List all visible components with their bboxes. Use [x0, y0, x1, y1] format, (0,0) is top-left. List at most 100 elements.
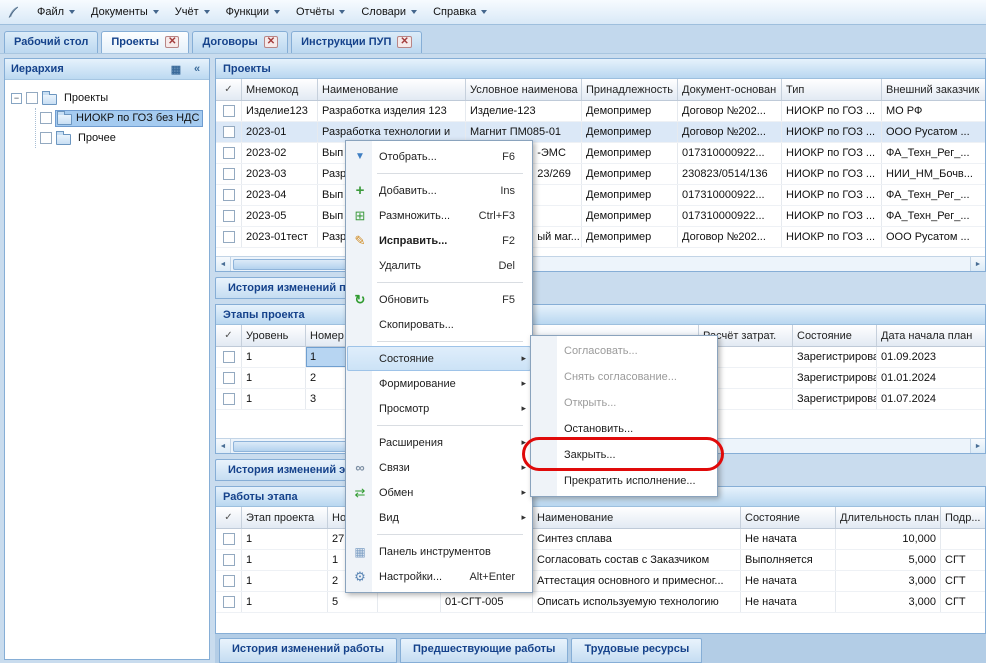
table-row[interactable]: 1 2 Аттестация основного и примесног... …: [216, 571, 985, 592]
row-checkbox[interactable]: [223, 189, 235, 201]
close-icon[interactable]: ✕: [165, 36, 179, 48]
context-menu-item[interactable]: ▸: [347, 530, 531, 539]
bottom-tab[interactable]: Трудовые ресурсы: [571, 638, 702, 663]
context-menu-item[interactable]: ▸: [347, 278, 531, 287]
context-menu-item[interactable]: Расширения ▸: [347, 430, 531, 455]
context-menu-item[interactable]: Обновить F5 ▸: [347, 287, 531, 312]
context-menu-item[interactable]: Отобрать... F6 ▸: [347, 144, 531, 169]
context-menu-item[interactable]: Настройки... Alt+Enter ▸: [347, 564, 531, 589]
column-header-etap[interactable]: Этап проекта: [242, 507, 328, 528]
submenu-item[interactable]: Снять согласование...: [532, 364, 716, 390]
table-row[interactable]: 2023-03 Разр 23/269 Демопример 230823/05…: [216, 164, 985, 185]
context-menu-item[interactable]: ▸: [347, 169, 531, 178]
context-menu-item[interactable]: Формирование ▸: [347, 371, 531, 396]
tree-node-root[interactable]: − Проекты: [11, 88, 205, 108]
close-icon[interactable]: ✕: [397, 36, 411, 48]
scroll-left-icon[interactable]: ◄: [216, 439, 231, 453]
table-row[interactable]: 1 27 Синтез сплава Не начата 10,000: [216, 529, 985, 550]
scroll-left-icon[interactable]: ◄: [216, 257, 231, 271]
column-header-dlitelnost[interactable]: Длительность план▼: [836, 507, 941, 528]
submenu-item[interactable]: Прекратить исполнение...: [532, 468, 716, 494]
table-row[interactable]: 2023-05 Вып Демопример 017310000922... Н…: [216, 206, 985, 227]
column-header-dokument[interactable]: Документ-основан: [678, 79, 782, 100]
row-checkbox[interactable]: [223, 596, 235, 608]
context-menu-item[interactable]: Панель инструментов ▸: [347, 539, 531, 564]
tree-checkbox[interactable]: [40, 132, 52, 144]
context-menu-item[interactable]: Вид ▸: [347, 505, 531, 530]
context-menu-item[interactable]: Связи ▸: [347, 455, 531, 480]
context-menu-item[interactable]: ▸: [347, 337, 531, 346]
row-checkbox[interactable]: [223, 210, 235, 222]
menubar-item[interactable]: Документы: [83, 2, 167, 22]
row-checkbox[interactable]: [223, 575, 235, 587]
table-row[interactable]: 2023-04 Вып Демопример 017310000922... Н…: [216, 185, 985, 206]
column-header-mnemokod[interactable]: Мнемокод: [242, 79, 318, 100]
row-checkbox[interactable]: [223, 105, 235, 117]
row-checkbox[interactable]: [223, 351, 235, 363]
context-menu-item[interactable]: Удалить Del ▸: [347, 253, 531, 278]
column-header-uslovnoe[interactable]: Условное наименова: [466, 79, 582, 100]
table-row[interactable]: 2023-02 Вып -ЭМС Демопример 017310000922…: [216, 143, 985, 164]
tree-node-label[interactable]: НИОКР по ГОЗ без НДС: [76, 112, 199, 124]
row-checkbox[interactable]: [223, 533, 235, 545]
context-menu-item[interactable]: Добавить... Ins ▸: [347, 178, 531, 203]
tree-node-label[interactable]: Прочее: [75, 131, 119, 145]
context-menu-item[interactable]: Размножить... Ctrl+F3 ▸: [347, 203, 531, 228]
context-menu-item[interactable]: Состояние ▸: [347, 346, 531, 371]
scroll-right-icon[interactable]: ►: [970, 257, 985, 271]
tree-node[interactable]: НИОКР по ГОЗ без НДС: [40, 108, 205, 128]
menubar-item[interactable]: Словари: [353, 2, 425, 22]
table-row[interactable]: 1 5 01-СГТ-005 Описать используемую техн…: [216, 592, 985, 613]
row-checkbox[interactable]: [223, 554, 235, 566]
context-menu-item[interactable]: Исправить... F2 ▸: [347, 228, 531, 253]
column-header-sostoyanie[interactable]: Состояние: [741, 507, 836, 528]
tree-node-selected[interactable]: НИОКР по ГОЗ без НДС: [56, 111, 202, 126]
collapse-panel-icon[interactable]: «: [188, 61, 206, 78]
bottom-tab[interactable]: История изменений работы: [219, 638, 397, 663]
row-checkbox[interactable]: [223, 168, 235, 180]
table-row[interactable]: 1 1 Согласовать состав с Заказчиком Выпо…: [216, 550, 985, 571]
submenu-item[interactable]: Закрыть...: [532, 442, 716, 468]
close-icon[interactable]: ✕: [264, 36, 278, 48]
workspace-tab[interactable]: Рабочий стол ✕: [4, 31, 98, 53]
workspace-tab[interactable]: Проекты ✕: [101, 31, 189, 53]
menubar-item[interactable]: Файл: [29, 2, 83, 22]
menubar-item[interactable]: Учёт: [167, 2, 218, 22]
menubar-item[interactable]: Отчёты: [288, 2, 353, 22]
submenu-item[interactable]: Остановить...: [532, 416, 716, 442]
column-header-sostoyanie[interactable]: Состояние: [793, 325, 877, 346]
workspace-tab[interactable]: Инструкции ПУП ✕: [291, 31, 422, 53]
table-row[interactable]: 2023-01тест Разр ый маг... Демопример До…: [216, 227, 985, 248]
context-menu-item[interactable]: Обмен ▸: [347, 480, 531, 505]
row-checkbox[interactable]: [223, 393, 235, 405]
table-row[interactable]: Изделие123 Разработка изделия 123 Издели…: [216, 101, 985, 122]
row-checkbox[interactable]: [223, 231, 235, 243]
scrollbar-thumb[interactable]: [233, 441, 353, 452]
table-row[interactable]: 2023-01 Разработка технологии и Магнит П…: [216, 122, 985, 143]
context-menu-item[interactable]: ▸: [347, 421, 531, 430]
column-header-prinadlezhnost[interactable]: Принадлежность: [582, 79, 678, 100]
search-icon[interactable]: ▦: [167, 61, 185, 78]
submenu-item[interactable]: Открыть...: [532, 390, 716, 416]
scroll-right-icon[interactable]: ►: [970, 439, 985, 453]
submenu-item[interactable]: Согласовать...: [532, 338, 716, 364]
column-header-tip[interactable]: Тип: [782, 79, 882, 100]
row-checkbox[interactable]: [223, 372, 235, 384]
column-header-naimenovanie[interactable]: Наименование: [318, 79, 466, 100]
column-header-podrazdelenie[interactable]: Подр...: [941, 507, 986, 528]
select-all-column-header[interactable]: ✓: [216, 507, 242, 528]
row-checkbox[interactable]: [223, 147, 235, 159]
tree-node[interactable]: Прочее: [40, 128, 205, 148]
menubar-item[interactable]: Справка: [425, 2, 495, 22]
tree-expander-icon[interactable]: −: [11, 93, 22, 104]
column-header-data-nachala[interactable]: Дата начала план: [877, 325, 986, 346]
select-all-column-header[interactable]: ✓: [216, 325, 242, 346]
select-all-column-header[interactable]: ✓: [216, 79, 242, 100]
column-header-zakazchik[interactable]: Внешний заказчик: [882, 79, 986, 100]
column-header-uroven[interactable]: Уровень: [242, 325, 306, 346]
row-checkbox[interactable]: [223, 126, 235, 138]
horizontal-scrollbar[interactable]: ◄ ►: [216, 256, 985, 271]
column-header-naimenovanie[interactable]: Наименование: [533, 507, 741, 528]
tree-node-label[interactable]: Проекты: [61, 91, 111, 105]
workspace-tab[interactable]: Договоры ✕: [192, 31, 288, 53]
